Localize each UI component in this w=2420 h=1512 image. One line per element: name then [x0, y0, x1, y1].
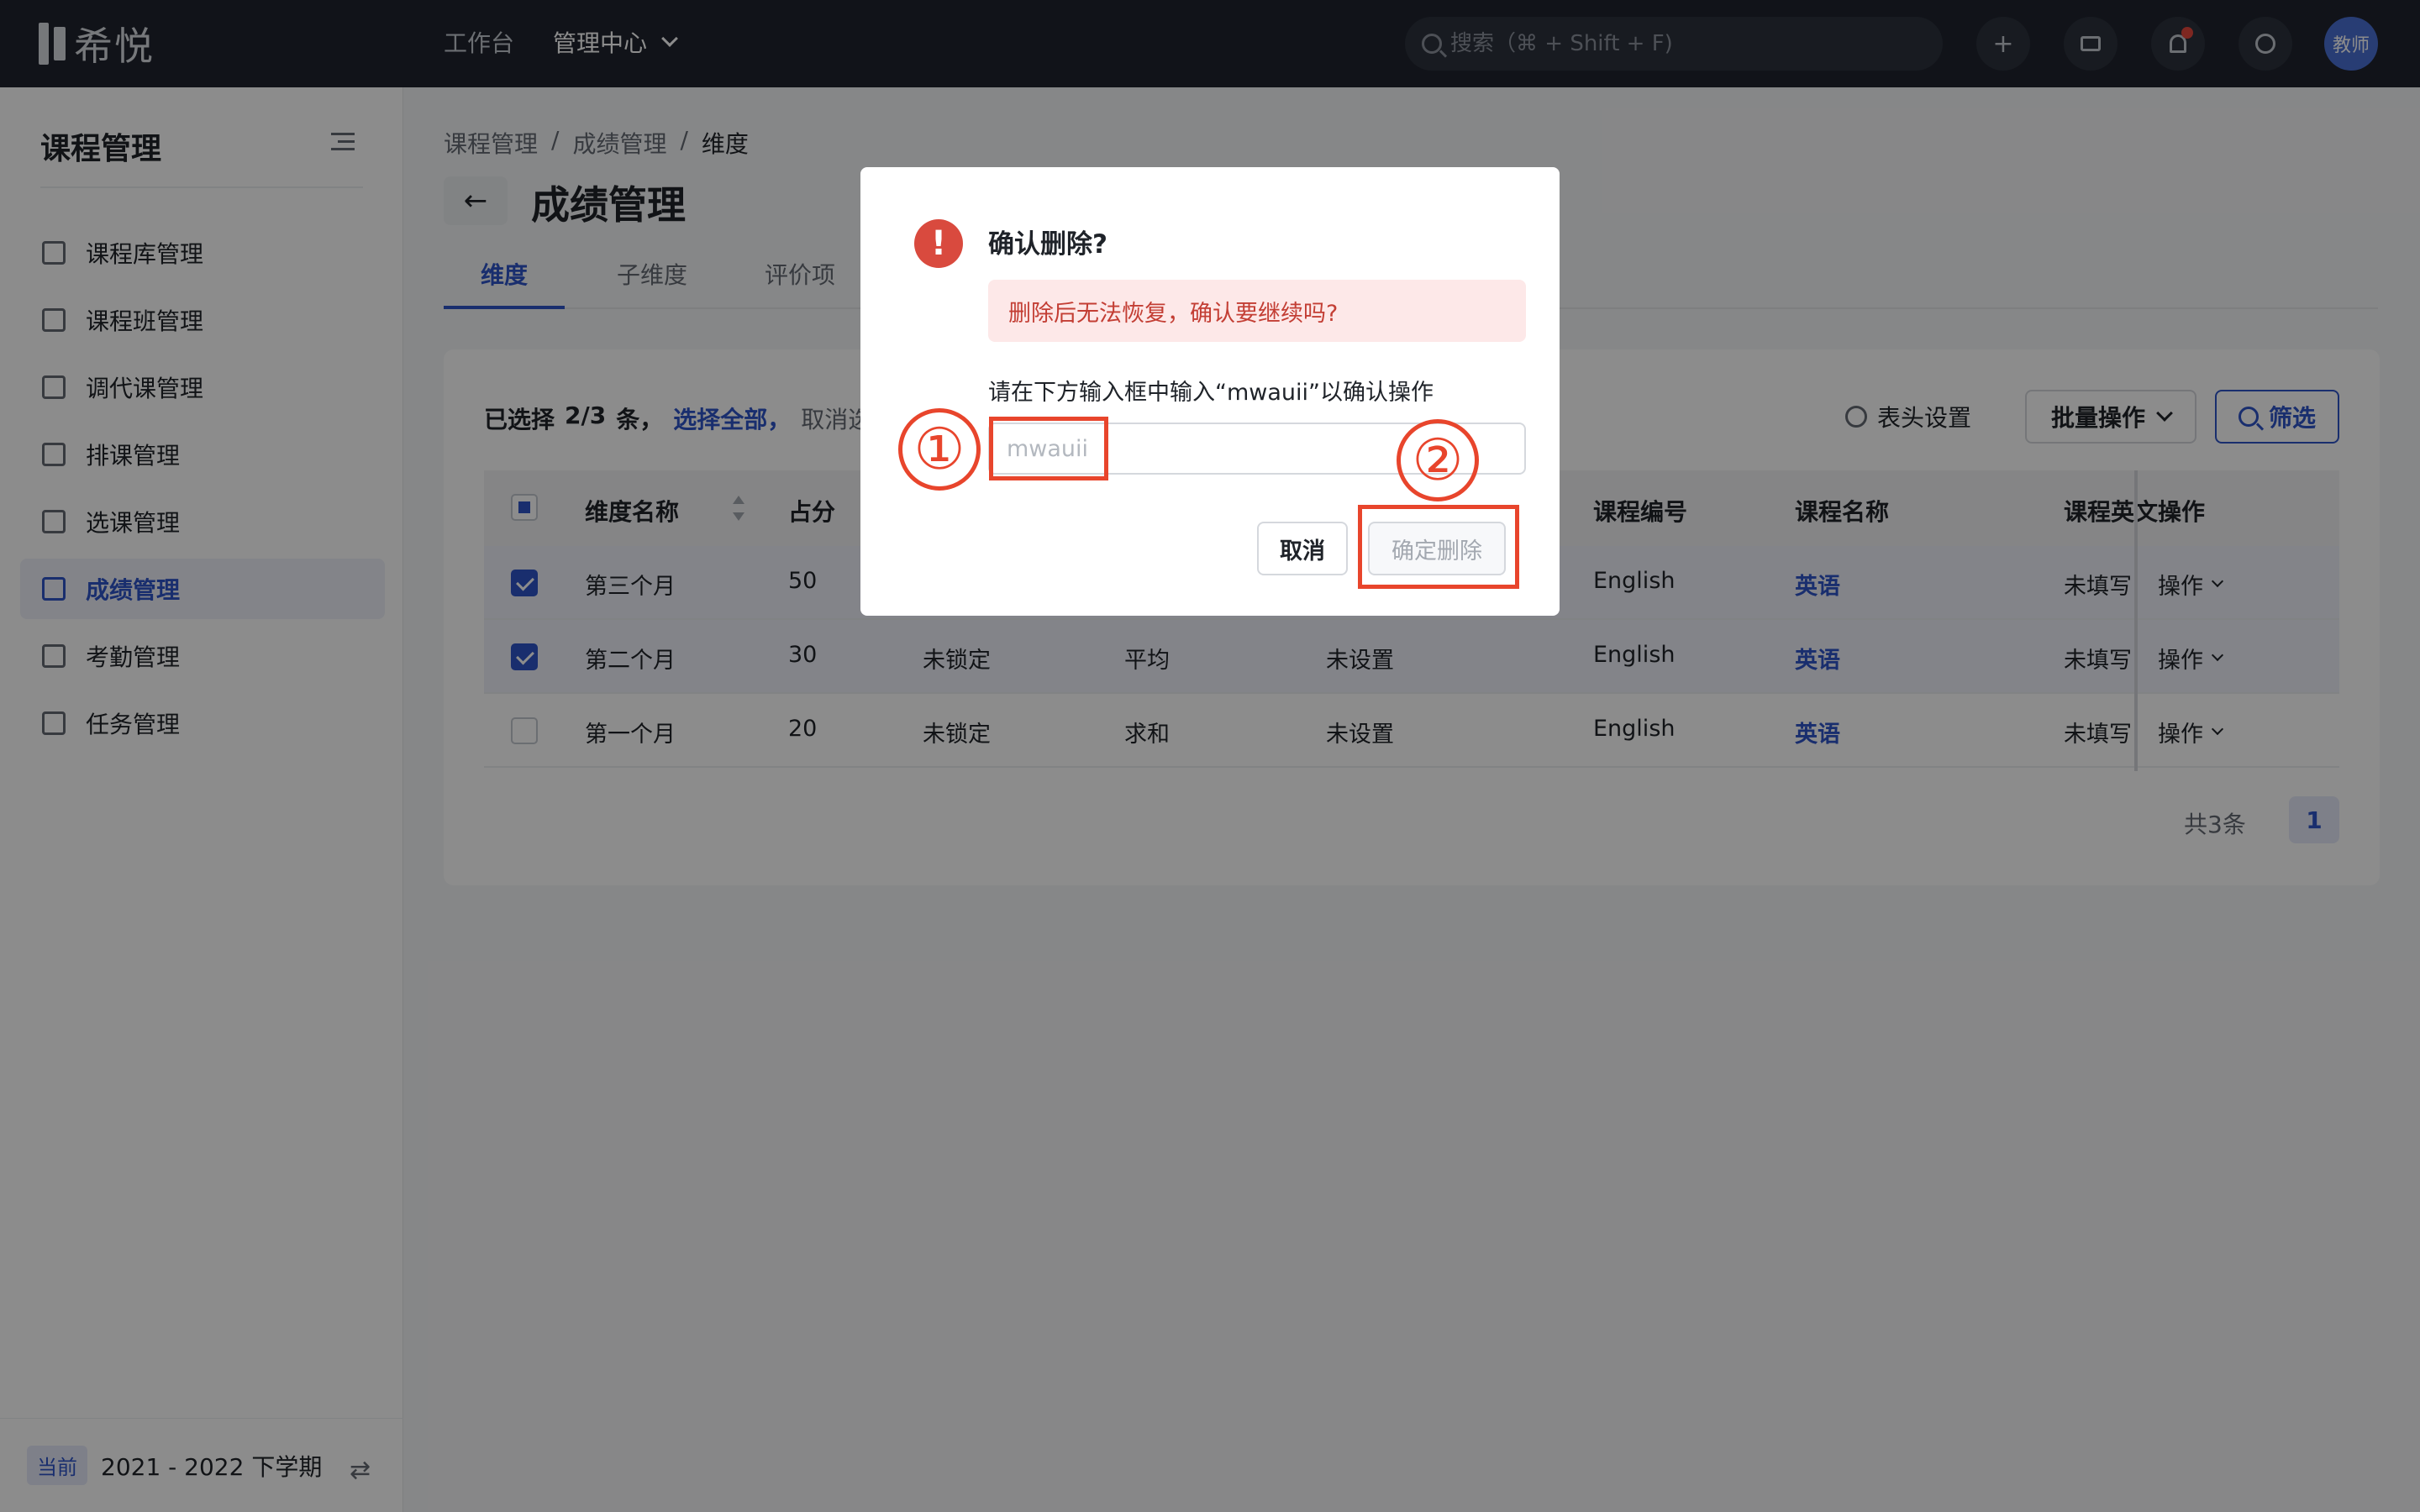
app-root: 希悦 工作台 管理中心 + 教师 课程管理: [0, 0, 2420, 1512]
dialog-title: 确认删除?: [988, 229, 1107, 260]
annotation-box-input: [989, 417, 1108, 480]
annotation-step-2: ②: [1397, 419, 1479, 501]
dialog-warning: 删除后无法恢复，确认要继续吗?: [988, 280, 1526, 342]
annotation-step-1: ①: [898, 408, 981, 491]
annotation-box-confirm: [1358, 505, 1519, 589]
cancel-button[interactable]: 取消: [1257, 522, 1348, 575]
dialog-hint: 请在下方输入框中输入“mwauii”以确认操作: [988, 380, 1434, 406]
exclamation-icon: !: [914, 219, 963, 268]
